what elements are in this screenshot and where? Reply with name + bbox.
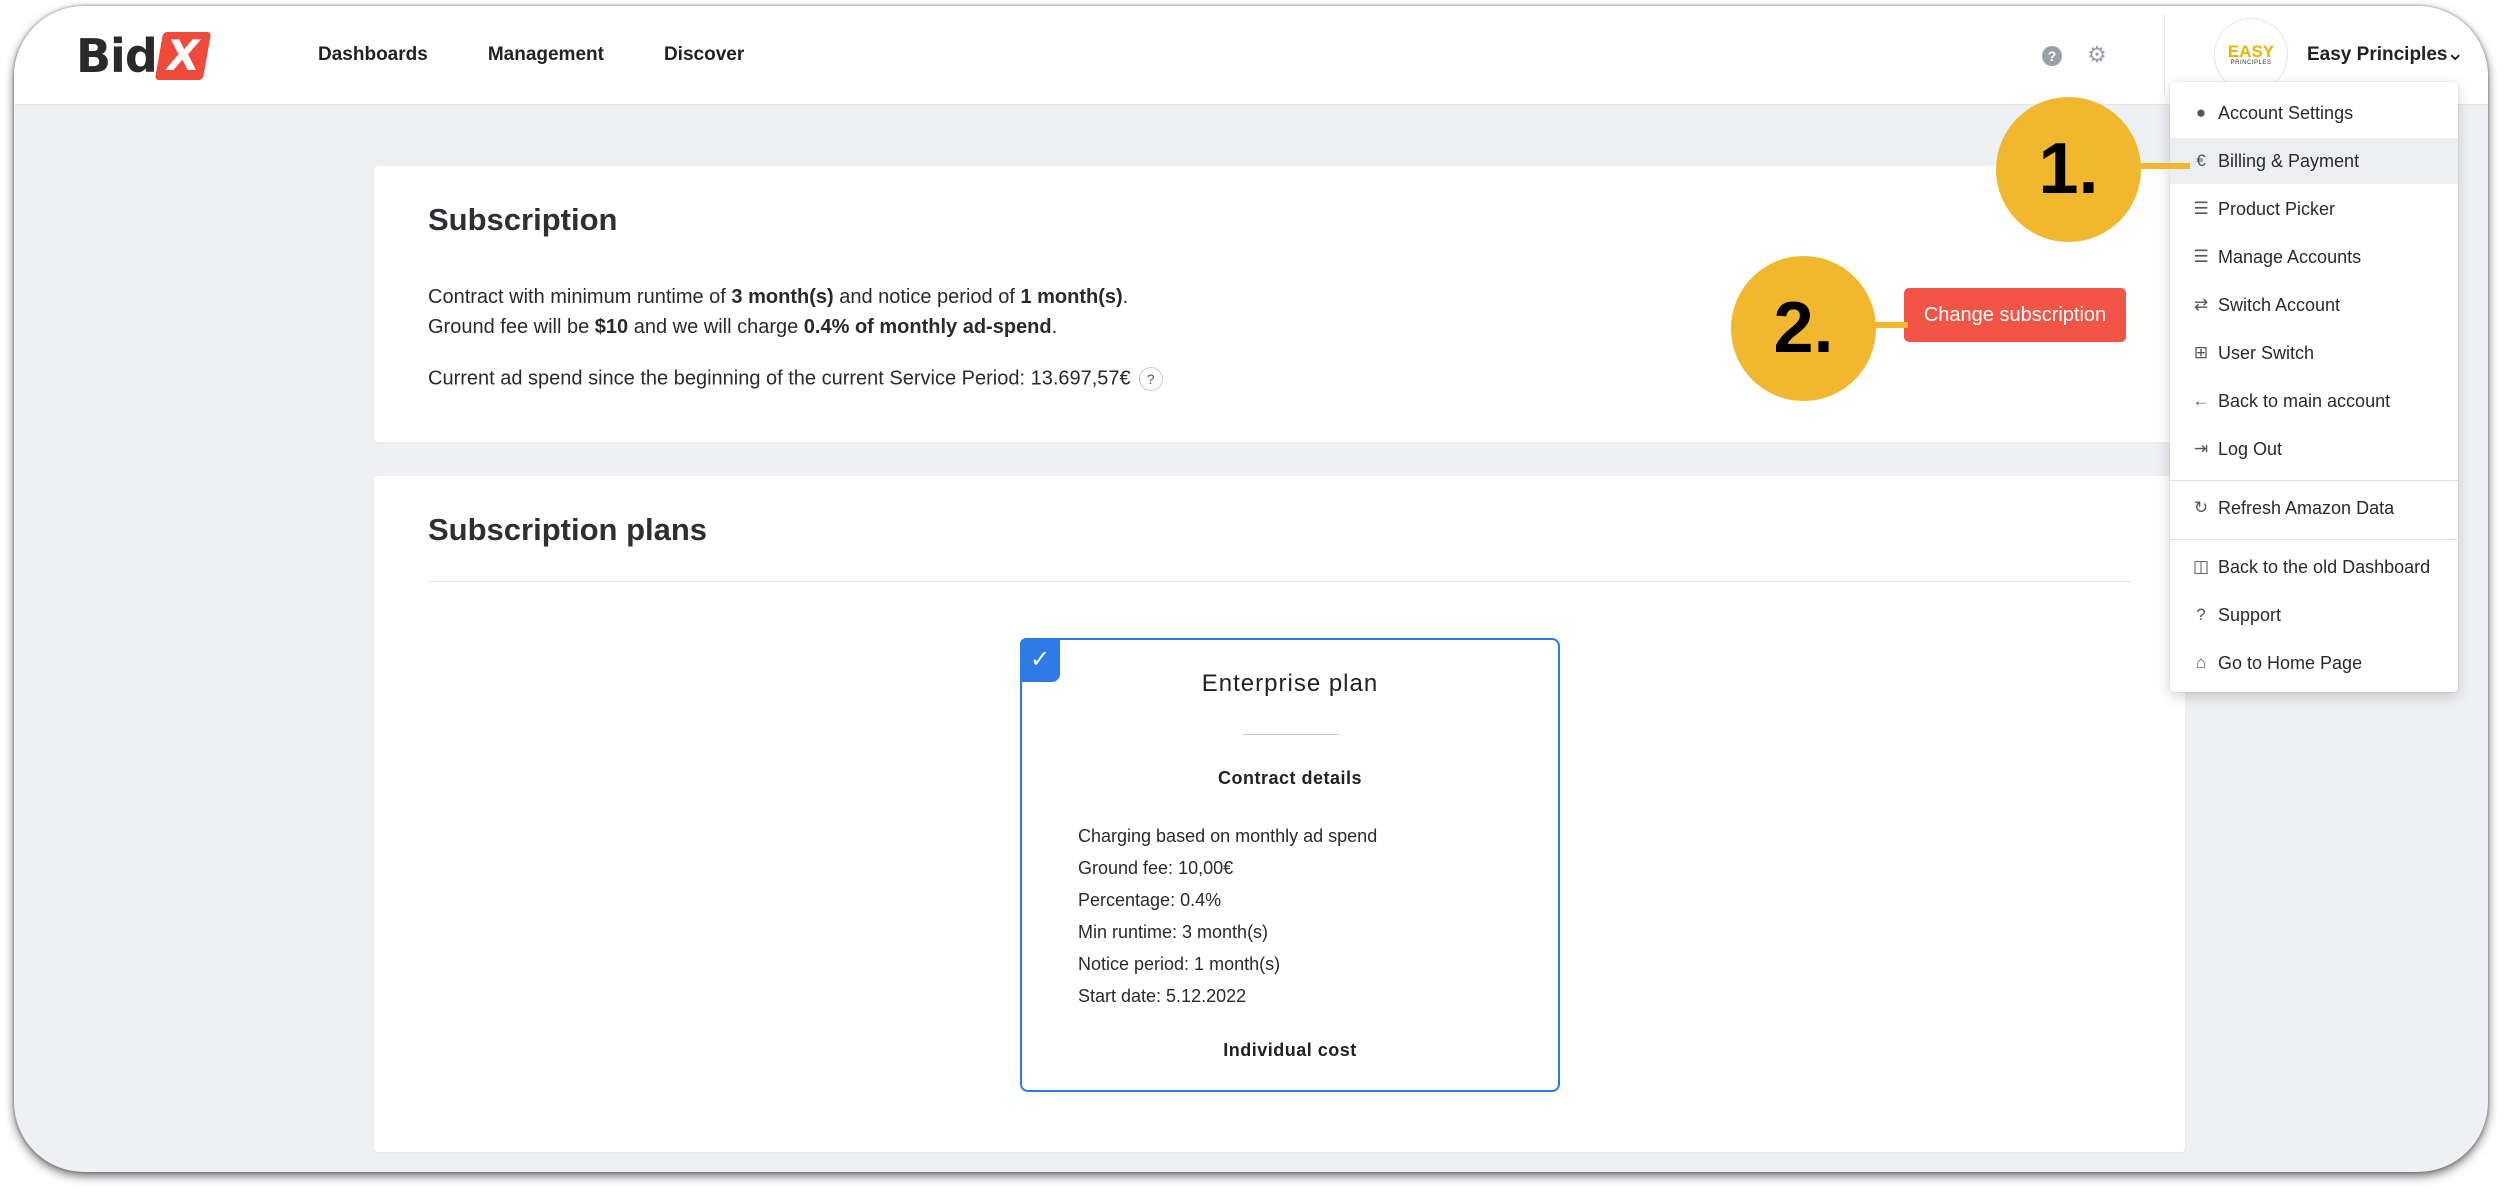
plan-cost: Individual cost	[1223, 1040, 1357, 1060]
help-icon[interactable]: ?	[2042, 46, 2062, 66]
app-window: Bid X Dashboards Management Discover ? ⚙…	[14, 6, 2488, 1172]
callout-1-connector	[2138, 163, 2190, 169]
sitemap-icon: ⊞	[2193, 343, 2209, 362]
plan-details-list: Charging based on monthly ad spend Groun…	[1078, 824, 1377, 1016]
gear-icon[interactable]: ⚙	[2087, 44, 2107, 66]
header-divider	[2164, 14, 2165, 94]
bidx-logo[interactable]: Bid X	[76, 28, 211, 84]
change-subscription-button[interactable]: Change subscription	[1904, 288, 2126, 342]
chevron-down-icon[interactable]: ⌄	[2446, 40, 2464, 66]
menu-item-account-settings[interactable]: ● Account Settings	[2170, 90, 2458, 136]
account-name[interactable]: Easy Principles	[2307, 44, 2447, 66]
subscription-title: Subscription	[428, 202, 618, 237]
question-icon[interactable]: ?	[1138, 367, 1163, 391]
question-circle-icon: ?	[2196, 605, 2206, 624]
nav-discover[interactable]: Discover	[664, 44, 744, 66]
callout-2-badge: 2.	[1731, 256, 1876, 401]
menu-item-switch-account[interactable]: ⇄ Switch Account	[2170, 282, 2458, 328]
menu-item-billing-payment[interactable]: € Billing & Payment	[2170, 138, 2458, 184]
menu-item-back-to-main-account[interactable]: ← Back to main account	[2170, 378, 2458, 424]
logo-text: Bid	[76, 29, 158, 83]
menu-item-support[interactable]: ? Support	[2170, 592, 2458, 638]
menu-item-refresh-amazon-data[interactable]: ↻ Refresh Amazon Data	[2170, 485, 2458, 531]
menu-item-product-picker[interactable]: ☰ Product Picker	[2170, 186, 2458, 232]
plan-detail: Start date: 5.12.2022	[1078, 986, 1247, 1006]
main-nav: Dashboards Management Discover	[318, 6, 804, 104]
user-icon: ●	[2195, 103, 2207, 122]
logout-icon: ⇥	[2193, 439, 2209, 458]
avatar-text-easy: EASY	[2227, 42, 2275, 61]
avatar[interactable]: EASY PRINCIPLES	[2214, 18, 2288, 92]
menu-item-user-switch[interactable]: ⊞ User Switch	[2170, 330, 2458, 376]
top-header: Bid X Dashboards Management Discover ? ⚙…	[14, 6, 2488, 105]
nav-management[interactable]: Management	[488, 44, 604, 66]
refresh-icon: ↻	[2193, 498, 2209, 517]
plan-detail: Notice period: 1 month(s)	[1078, 954, 1281, 974]
contract-details-heading: Contract details	[1217, 768, 1363, 788]
plan-detail: Charging based on monthly ad spend	[1078, 826, 1378, 846]
euro-icon: €	[2196, 151, 2206, 170]
menu-item-manage-accounts[interactable]: ☰ Manage Accounts	[2170, 234, 2458, 280]
enterprise-plan-card[interactable]: ✓ Enterprise plan Contract details Charg…	[1020, 638, 1560, 1092]
home-icon: ⌂	[2195, 653, 2207, 672]
arrow-left-icon: ←	[2192, 391, 2210, 410]
menu-item-old-dashboard[interactable]: ◫ Back to the old Dashboard	[2170, 544, 2458, 590]
ad-spend-line: Current ad spend since the beginning of …	[428, 367, 1163, 391]
list-icon: ☰	[2193, 199, 2209, 218]
list-icon: ☰	[2193, 247, 2209, 266]
callout-1-badge: 1.	[1996, 97, 2141, 242]
plan-detail: Min runtime: 3 month(s)	[1078, 922, 1269, 942]
fee-line: Ground fee will be $10 and we will charg…	[428, 316, 1058, 338]
columns-icon: ◫	[2192, 557, 2210, 576]
plans-divider	[428, 581, 2131, 582]
menu-divider	[2170, 539, 2458, 540]
plan-divider	[1243, 734, 1339, 735]
callout-2-connector	[1874, 322, 1908, 328]
nav-dashboards[interactable]: Dashboards	[318, 44, 428, 66]
plan-detail: Percentage: 0.4%	[1078, 890, 1222, 910]
menu-item-log-out[interactable]: ⇥ Log Out	[2170, 426, 2458, 472]
plan-detail: Ground fee: 10,00€	[1078, 858, 1234, 878]
menu-item-go-to-home-page[interactable]: ⌂ Go to Home Page	[2170, 640, 2458, 686]
plan-name: Enterprise plan	[1201, 670, 1379, 697]
menu-divider	[2170, 480, 2458, 481]
contract-line: Contract with minimum runtime of 3 month…	[428, 286, 1129, 308]
avatar-text-principles: PRINCIPLES	[2230, 60, 2272, 66]
account-dropdown-menu: ● Account Settings € Billing & Payment ☰…	[2170, 82, 2458, 692]
logo-x-mark: X	[154, 31, 211, 80]
exchange-icon: ⇄	[2193, 295, 2209, 314]
plans-title: Subscription plans	[428, 512, 708, 547]
